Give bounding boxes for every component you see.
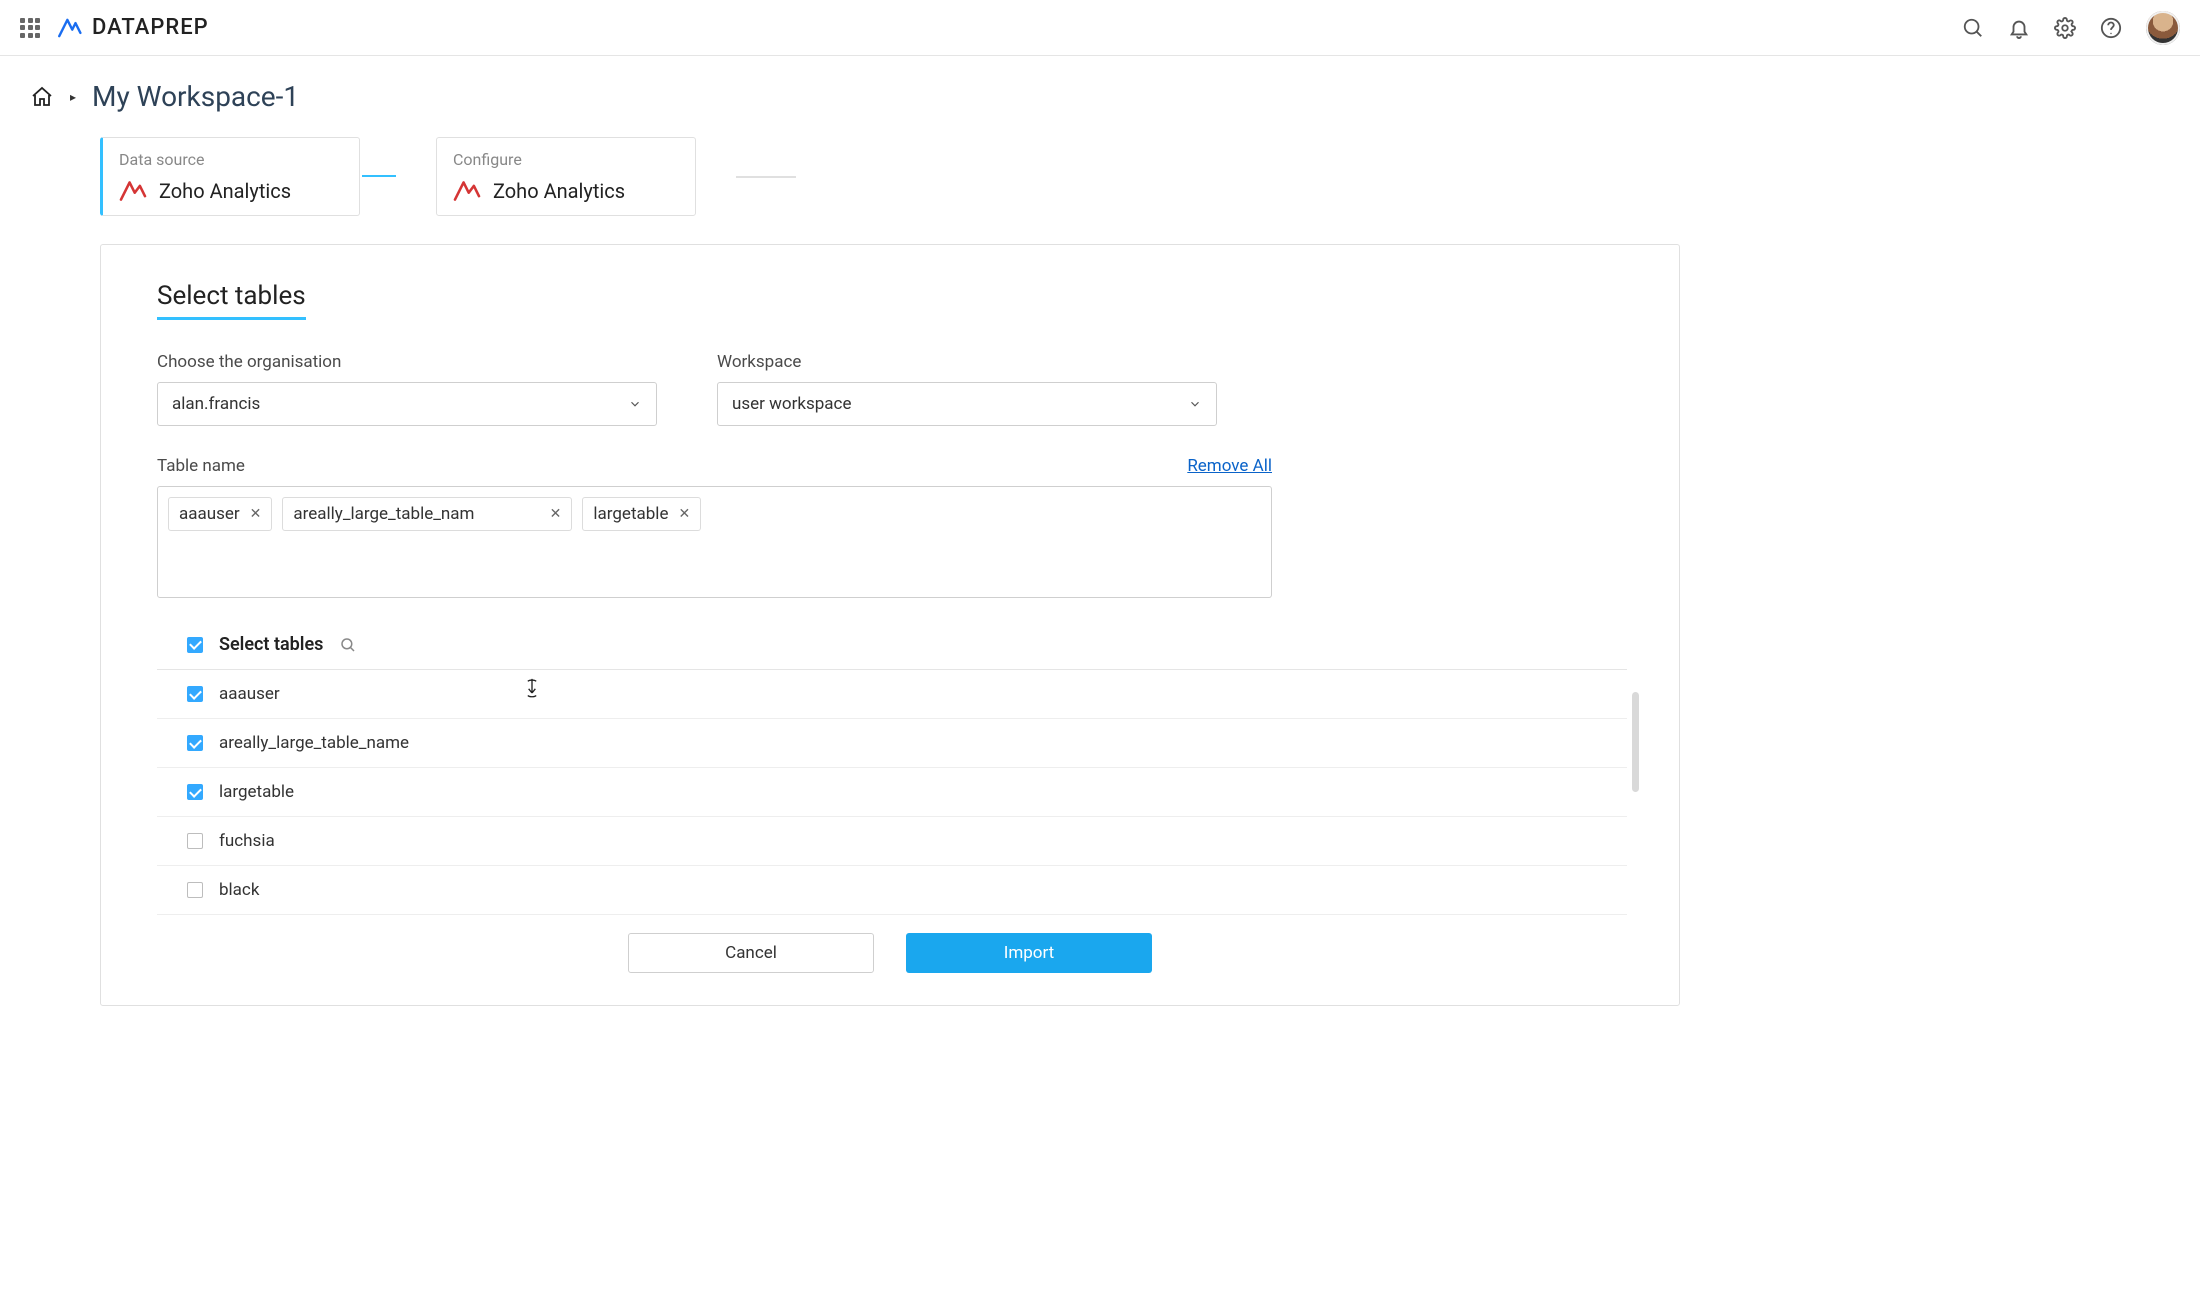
workspace-label: Workspace: [717, 352, 1217, 372]
step-source-name: Zoho Analytics: [159, 179, 291, 203]
org-label: Choose the organisation: [157, 352, 657, 372]
header-left: DATAPREP: [20, 15, 209, 41]
step-source-name: Zoho Analytics: [493, 179, 625, 203]
footer-buttons: Cancel Import: [333, 933, 1448, 973]
close-icon[interactable]: ✕: [250, 506, 262, 522]
org-select[interactable]: alan.francis: [157, 382, 657, 426]
table-row[interactable]: areally_large_table_name: [157, 719, 1627, 768]
config-panel: Select tables Choose the organisation al…: [100, 244, 1680, 1006]
close-icon[interactable]: ✕: [678, 506, 690, 522]
table-row[interactable]: aaauser: [157, 670, 1627, 719]
scrollbar[interactable]: [1632, 692, 1639, 792]
table-row[interactable]: largetable: [157, 768, 1627, 817]
tag-chip: aaauser ✕: [168, 497, 272, 531]
step-source: Zoho Analytics: [453, 179, 679, 203]
row-label: black: [219, 880, 259, 900]
row-checkbox[interactable]: [187, 882, 203, 898]
cancel-button[interactable]: Cancel: [628, 933, 874, 973]
table-name-section: Table name Remove All aaauser ✕ areally_…: [157, 456, 1623, 598]
import-button[interactable]: Import: [906, 933, 1152, 973]
workspace-value: user workspace: [732, 394, 851, 414]
app-logo[interactable]: DATAPREP: [56, 15, 209, 41]
close-icon[interactable]: ✕: [550, 506, 562, 522]
help-icon[interactable]: [2100, 17, 2122, 39]
row-checkbox[interactable]: [187, 784, 203, 800]
step-label: Data source: [119, 150, 343, 169]
row-checkbox[interactable]: [187, 686, 203, 702]
table-row[interactable]: black: [157, 866, 1627, 915]
row-label: largetable: [219, 782, 294, 802]
chevron-down-icon: [628, 397, 642, 411]
zoho-analytics-icon: [119, 179, 147, 203]
app-name: DATAPREP: [92, 15, 209, 40]
app-header: DATAPREP: [0, 0, 2200, 56]
tag-label: aaauser: [179, 504, 240, 524]
row-label: fuchsia: [219, 831, 275, 851]
zoho-analytics-icon: [453, 179, 481, 203]
step-source: Zoho Analytics: [119, 179, 343, 203]
table-name-label: Table name: [157, 456, 245, 476]
org-value: alan.francis: [172, 394, 260, 414]
tag-chip: areally_large_table_nam ✕: [282, 497, 572, 531]
table-list-header: Select tables: [157, 626, 1627, 670]
apps-launcher-icon[interactable]: [20, 18, 40, 38]
chevron-down-icon: [1188, 397, 1202, 411]
org-field: Choose the organisation alan.francis: [157, 352, 657, 426]
table-list-title: Select tables: [219, 634, 323, 655]
step-card-configure[interactable]: Configure Zoho Analytics: [436, 137, 696, 216]
trailing-line: [736, 176, 796, 178]
step-cards: Data source Zoho Analytics Configure Zoh…: [100, 137, 1670, 216]
select-all-checkbox[interactable]: [187, 637, 203, 653]
cursor-icon: [522, 676, 542, 700]
search-icon[interactable]: [339, 636, 357, 654]
row-label: areally_large_table_name: [219, 733, 409, 753]
tags-input[interactable]: aaauser ✕ areally_large_table_nam ✕ larg…: [157, 486, 1272, 598]
breadcrumb: ▸ My Workspace-1: [30, 80, 1670, 113]
remove-all-link[interactable]: Remove All: [1187, 456, 1272, 476]
bell-icon[interactable]: [2008, 17, 2030, 39]
step-card-data-source[interactable]: Data source Zoho Analytics: [100, 137, 360, 216]
workspace-field: Workspace user workspace: [717, 352, 1217, 426]
header-right: [1962, 11, 2180, 45]
connector-line: [362, 175, 396, 177]
table-list: Select tables aaauser areally_large_tabl…: [157, 626, 1627, 915]
home-icon[interactable]: [30, 85, 54, 109]
dataprep-logo-icon: [56, 15, 82, 41]
table-row[interactable]: fuchsia: [157, 817, 1627, 866]
workspace-select[interactable]: user workspace: [717, 382, 1217, 426]
row-label: aaauser: [219, 684, 280, 704]
panel-title: Select tables: [157, 281, 306, 320]
row-checkbox[interactable]: [187, 833, 203, 849]
search-icon[interactable]: [1962, 17, 1984, 39]
tag-chip: largetable ✕: [582, 497, 701, 531]
workspace-title[interactable]: My Workspace-1: [92, 80, 299, 113]
step-label: Configure: [453, 150, 679, 169]
tag-label: areally_large_table_nam: [293, 504, 474, 524]
gear-icon[interactable]: [2054, 17, 2076, 39]
tag-label: largetable: [593, 504, 668, 524]
avatar[interactable]: [2146, 11, 2180, 45]
table-list-body: aaauser areally_large_table_name largeta…: [157, 670, 1627, 915]
chevron-right-icon: ▸: [70, 90, 76, 104]
row-checkbox[interactable]: [187, 735, 203, 751]
